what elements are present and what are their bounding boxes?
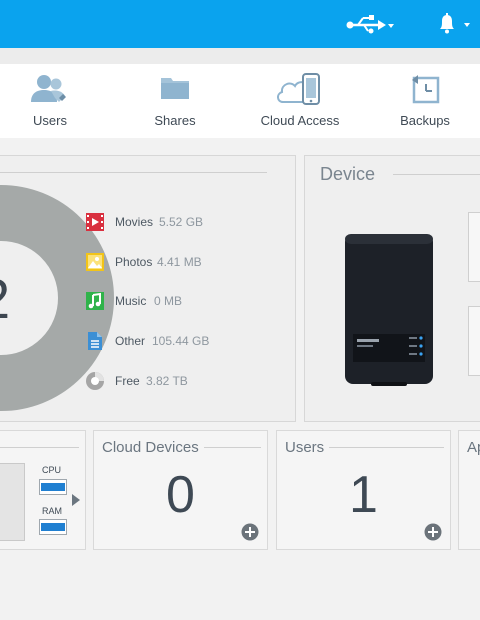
add-cloud-device-button[interactable]: [241, 523, 259, 541]
resources-card: CPU RAM: [0, 430, 86, 550]
legend-value: 0 MB: [154, 294, 183, 308]
nav-label-backups: Backups: [400, 113, 450, 128]
document-icon: [88, 332, 102, 350]
folder-icon: [161, 78, 189, 99]
device-title: Device: [320, 164, 376, 184]
device-side-button-2[interactable]: [468, 306, 480, 376]
legend-row-movies: Movies 5.52 GB: [85, 212, 285, 232]
card-title: Users: [285, 439, 325, 456]
header-strip: [0, 48, 480, 64]
ram-meter-fill: [41, 523, 65, 531]
top-bar: [0, 0, 480, 48]
apps-card: Ap: [458, 430, 480, 550]
notifications-menu[interactable]: [436, 12, 476, 36]
chevron-down-icon: [464, 23, 470, 27]
ram-label: RAM: [42, 506, 62, 516]
divider: [329, 447, 444, 448]
legend-row-other: Other 105.44 GB: [85, 331, 285, 351]
backup-icon: [412, 75, 440, 104]
legend-row-music: Music 0 MB: [85, 291, 285, 311]
nav-item-shares[interactable]: Shares: [140, 64, 210, 138]
cloud-devices-card: Cloud Devices 0: [93, 430, 268, 550]
users-count: 1: [349, 466, 378, 524]
film-icon: [86, 213, 104, 231]
usb-icon: [346, 15, 394, 34]
cloud-devices-count: 0: [166, 466, 195, 524]
divider: [0, 447, 79, 448]
card-title: Cloud Devices: [102, 439, 199, 456]
chevron-right-icon[interactable]: [71, 493, 81, 507]
divider: [204, 447, 261, 448]
device-panel: Device: [304, 155, 480, 422]
usb-menu[interactable]: [346, 14, 396, 36]
legend-name: Music: [115, 294, 147, 308]
ram-meter: [39, 519, 67, 535]
bell-icon: [440, 13, 470, 34]
main-nav: Users Shares Cloud Access Backups: [0, 64, 480, 138]
nav-item-cloud-access[interactable]: Cloud Access: [250, 64, 350, 138]
nav-item-backups[interactable]: Backups: [390, 64, 460, 138]
users-card: Users 1: [276, 430, 451, 550]
legend-row-photos: Photos 4.41 MB: [85, 252, 285, 272]
music-icon: [86, 292, 104, 310]
legend-name: Movies: [115, 215, 154, 229]
nav-item-users[interactable]: Users: [15, 64, 85, 138]
divider: [393, 174, 480, 175]
legend-value: 3.82 TB: [146, 374, 188, 388]
nav-label-users: Users: [33, 113, 67, 128]
device-side-button-1[interactable]: [468, 212, 480, 282]
chevron-down-icon: [388, 24, 394, 28]
nav-label-shares: Shares: [154, 113, 196, 128]
storage-donut-value: 2: [0, 266, 10, 331]
legend-row-free: Free 3.82 TB: [85, 371, 285, 391]
legend-name: Free: [115, 374, 140, 388]
legend-name: Photos: [115, 255, 153, 269]
users-icon: [31, 75, 66, 102]
legend-value: 5.52 GB: [159, 215, 204, 229]
card-title: Ap: [467, 439, 480, 456]
photo-icon: [86, 253, 104, 271]
resource-graph: [0, 463, 25, 541]
add-user-button[interactable]: [424, 523, 442, 541]
cpu-meter-fill: [41, 483, 65, 491]
cpu-label: CPU: [42, 465, 62, 475]
legend-value: 4.41 MB: [157, 255, 202, 269]
storage-panel: 2 Movies 5.52 GB Photos 4.41 MB Music 0 …: [0, 155, 296, 422]
pie-icon: [86, 372, 104, 390]
nas-device-image: [345, 234, 433, 386]
cpu-meter: [39, 479, 67, 495]
legend-value: 105.44 GB: [152, 334, 210, 348]
nav-label-cloud-access: Cloud Access: [260, 113, 340, 128]
legend-name: Other: [115, 334, 146, 348]
cloud-phone-icon: [277, 73, 320, 105]
